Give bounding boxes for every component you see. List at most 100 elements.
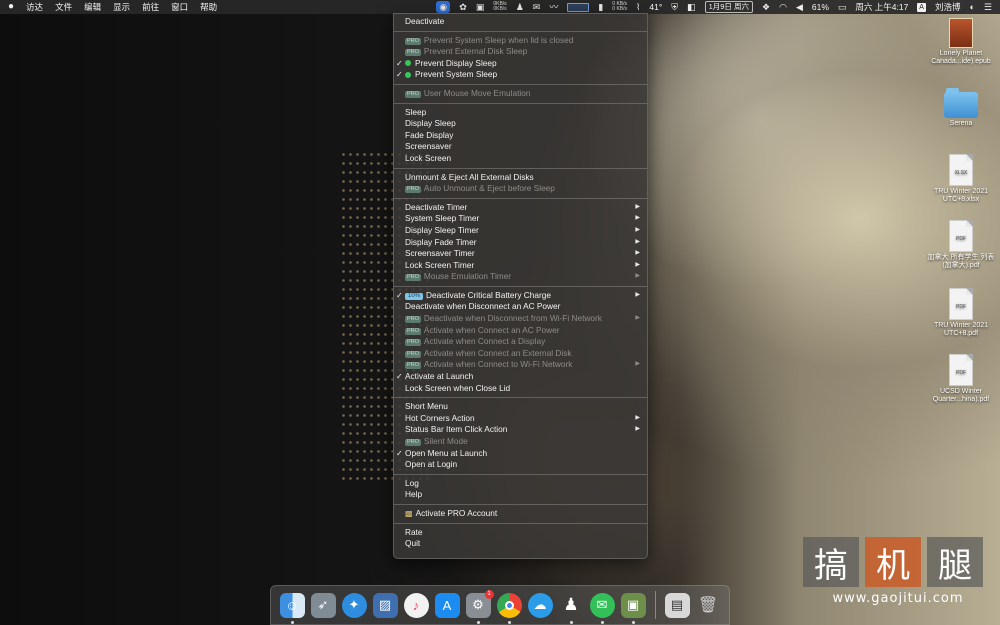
menu-item-display-fade-timer[interactable]: Display Fade Timer ▶ — [394, 237, 647, 249]
menu-item-lock-screen-timer[interactable]: Lock Screen Timer ▶ — [394, 260, 647, 272]
menu-edit[interactable]: 编辑 — [84, 0, 101, 14]
menu-item-open-at-login[interactable]: Open at Login — [394, 459, 647, 471]
trash-icon[interactable]: 🗑 — [696, 593, 721, 618]
menu-item-prevent-system-sleep[interactable]: ✓ Prevent System Sleep — [394, 69, 647, 81]
menu-item-prevent-display-sleep[interactable]: ✓ Prevent Display Sleep — [394, 58, 647, 70]
menu-item-screensaver[interactable]: Screensaver — [394, 141, 647, 153]
menu-item-help[interactable]: Help — [394, 489, 647, 501]
menu-item-log[interactable]: Log — [394, 478, 647, 490]
pdf-file-icon: PDF — [949, 288, 973, 320]
menu-item-label: Auto Unmount & Eject before Sleep — [423, 183, 555, 194]
menu-item-activate-pro-account[interactable]: ▩ Activate PRO Account — [394, 508, 647, 520]
music-icon[interactable]: ♪ — [403, 592, 429, 618]
net-speed-down: 0KB/s — [493, 6, 507, 12]
menu-item-prevent-system-sleep-lid: PRO Prevent System Sleep when lid is clos… — [394, 35, 647, 47]
notification-center-icon[interactable]: ☰ — [984, 0, 992, 14]
desktop-item-folder[interactable]: Serena — [926, 88, 996, 128]
wifi-icon[interactable]: ◠ — [779, 0, 787, 14]
input-method-icon[interactable]: A — [917, 2, 926, 12]
menu-item-open-menu-at-launch[interactable]: ✓ Open Menu at Launch — [394, 448, 647, 460]
menu-item-label: Sleep — [405, 106, 427, 117]
checkmark-icon: ✓ — [396, 70, 403, 80]
desktop-item-doc2[interactable]: PDF 加拿大 所有学生 列表(加拿大).pdf — [926, 220, 996, 270]
menu-item-short-menu[interactable]: Short Menu — [394, 401, 647, 413]
menu-item-display-sleep-timer[interactable]: Display Sleep Timer ▶ — [394, 225, 647, 237]
menu-separator — [394, 520, 647, 527]
date-display[interactable]: 1月9日 周六 — [704, 1, 753, 13]
wechat-icon[interactable]: ✉ — [533, 0, 541, 14]
cloud-sync-icon[interactable]: ☁ — [527, 592, 553, 618]
menu-item-label: Status Bar Item Click Action — [405, 424, 508, 435]
menu-item-label: User Mouse Move Emulation — [423, 87, 531, 98]
menu-item-quit[interactable]: Quit — [394, 538, 647, 550]
menu-file[interactable]: 文件 — [55, 0, 72, 14]
qq-penguin-icon[interactable]: ♟ — [516, 0, 524, 14]
menu-item-label: Lock Screen — [405, 152, 452, 163]
menu-item-hot-corners-action[interactable]: Hot Corners Action ▶ — [394, 413, 647, 425]
desktop-item-doc1[interactable]: XLSX TRU Winter 2021 UTC+8.xlsx — [926, 154, 996, 204]
menu-view[interactable]: 显示 — [113, 0, 130, 14]
finder-icon[interactable]: ☺ — [279, 592, 305, 624]
dropbox-icon[interactable]: ❖ — [762, 0, 770, 14]
volume-icon[interactable]: ◀ — [796, 0, 803, 14]
qq-penguin-icon[interactable]: ♟ — [559, 593, 584, 624]
net-speed-indicator-2[interactable]: 0 KB/s 0 KB/s — [612, 1, 627, 13]
shield-icon[interactable]: ⛨ — [671, 0, 678, 14]
net-speed-indicator[interactable]: 0KB/s 0KB/s — [493, 1, 507, 13]
launchpad-rocket-icon[interactable]: ➶ — [310, 592, 336, 618]
wechat-icon[interactable]: ✉ — [589, 592, 615, 624]
system-preferences-gear-icon[interactable]: ⚙ 1 — [465, 589, 494, 624]
stamp-icon[interactable]: ▣ — [476, 0, 485, 14]
menu-item-sleep[interactable]: Sleep — [394, 107, 647, 119]
menu-item-status-bar-click-action[interactable]: Status Bar Item Click Action ▶ — [394, 424, 647, 436]
menu-item-activate-connect-wifi: PRO Activate when Connect to Wi-Fi Networ… — [394, 359, 647, 371]
cpu-usage-box[interactable] — [567, 2, 590, 12]
menu-help[interactable]: 帮助 — [200, 0, 217, 14]
menu-window[interactable]: 窗口 — [171, 0, 188, 14]
safari-compass-icon[interactable]: ✦ — [341, 592, 367, 618]
menu-item-deactivate-timer[interactable]: Deactivate Timer ▶ — [394, 202, 647, 214]
menu-item-label: Lock Screen Timer — [405, 259, 475, 270]
menu-item-deactivate-critical-battery[interactable]: ✓ 10% Deactivate Critical Battery Charge ▶ — [394, 290, 647, 302]
menu-item-deactivate[interactable]: Deactivate — [394, 16, 647, 28]
menu-item-label: Screensaver Timer — [405, 248, 475, 259]
downloads-stack-icon[interactable]: ▤ — [664, 592, 690, 618]
desktop-item-doc4[interactable]: PDF UCSD Winter Quarter...hina).pdf — [926, 354, 996, 404]
preview-photo-icon[interactable]: ▨ — [372, 592, 398, 618]
battery-percent[interactable]: 61% — [812, 0, 829, 14]
cpu-graph-icon[interactable]: 〰 — [549, 0, 558, 14]
menu-finder[interactable]: 访达 — [26, 0, 43, 14]
menu-item-label: Deactivate when Disconnect an AC Power — [405, 301, 561, 312]
app-store-icon[interactable]: A — [434, 592, 460, 618]
photo-editor-icon[interactable]: ▣ — [620, 592, 646, 624]
menu-item-activate-at-launch[interactable]: ✓ Activate at Launch — [394, 371, 647, 383]
desktop-item-doc3[interactable]: PDF TRU Winter 2021 UTC+8.pdf — [926, 288, 996, 338]
menu-item-lock-screen-close-lid[interactable]: Lock Screen when Close Lid — [394, 383, 647, 395]
menu-item-fade-display[interactable]: Fade Display — [394, 130, 647, 142]
menu-item-label: Deactivate Critical Battery Charge — [426, 289, 551, 300]
menu-go[interactable]: 前往 — [142, 0, 159, 14]
memory-icon[interactable]: ▮ — [598, 0, 603, 14]
battery-icon[interactable]: ▭ — [838, 0, 847, 14]
pdf-file-icon: PDF — [949, 354, 973, 386]
desktop-item-book[interactable]: Lonely Planet Canada...ide).epub — [926, 18, 996, 66]
checkmark-icon: ✓ — [396, 290, 403, 300]
temperature-value[interactable]: 41° — [649, 0, 662, 14]
menu-item-deactivate-disconnect-ac[interactable]: Deactivate when Disconnect an AC Power — [394, 301, 647, 313]
siri-icon[interactable]: ◐ — [969, 0, 974, 14]
menu-item-display-sleep[interactable]: Display Sleep — [394, 118, 647, 130]
menu-item-lock-screen[interactable]: Lock Screen — [394, 153, 647, 165]
clock[interactable]: 周六 上午4:17 — [855, 0, 908, 14]
menu-item-activate-connect-display: PRO Activate when Connect a Display — [394, 336, 647, 348]
chrome-icon[interactable] — [496, 592, 522, 624]
temperature-icon[interactable]: ⌇ — [636, 0, 640, 14]
bag-icon[interactable]: ◧ — [687, 0, 696, 14]
apple-icon[interactable]: ● — [8, 0, 14, 14]
menu-item-unmount-eject-all[interactable]: Unmount & Eject All External Disks — [394, 172, 647, 184]
menu-item-screensaver-timer[interactable]: Screensaver Timer ▶ — [394, 248, 647, 260]
gear-face-icon[interactable]: ✿ — [459, 0, 467, 14]
menu-item-system-sleep-timer[interactable]: System Sleep Timer ▶ — [394, 213, 647, 225]
user-name[interactable]: 刘浩博 — [935, 0, 961, 14]
menu-item-rate[interactable]: Rate — [394, 527, 647, 539]
amphetamine-eye-icon[interactable]: ◉ — [436, 1, 451, 13]
